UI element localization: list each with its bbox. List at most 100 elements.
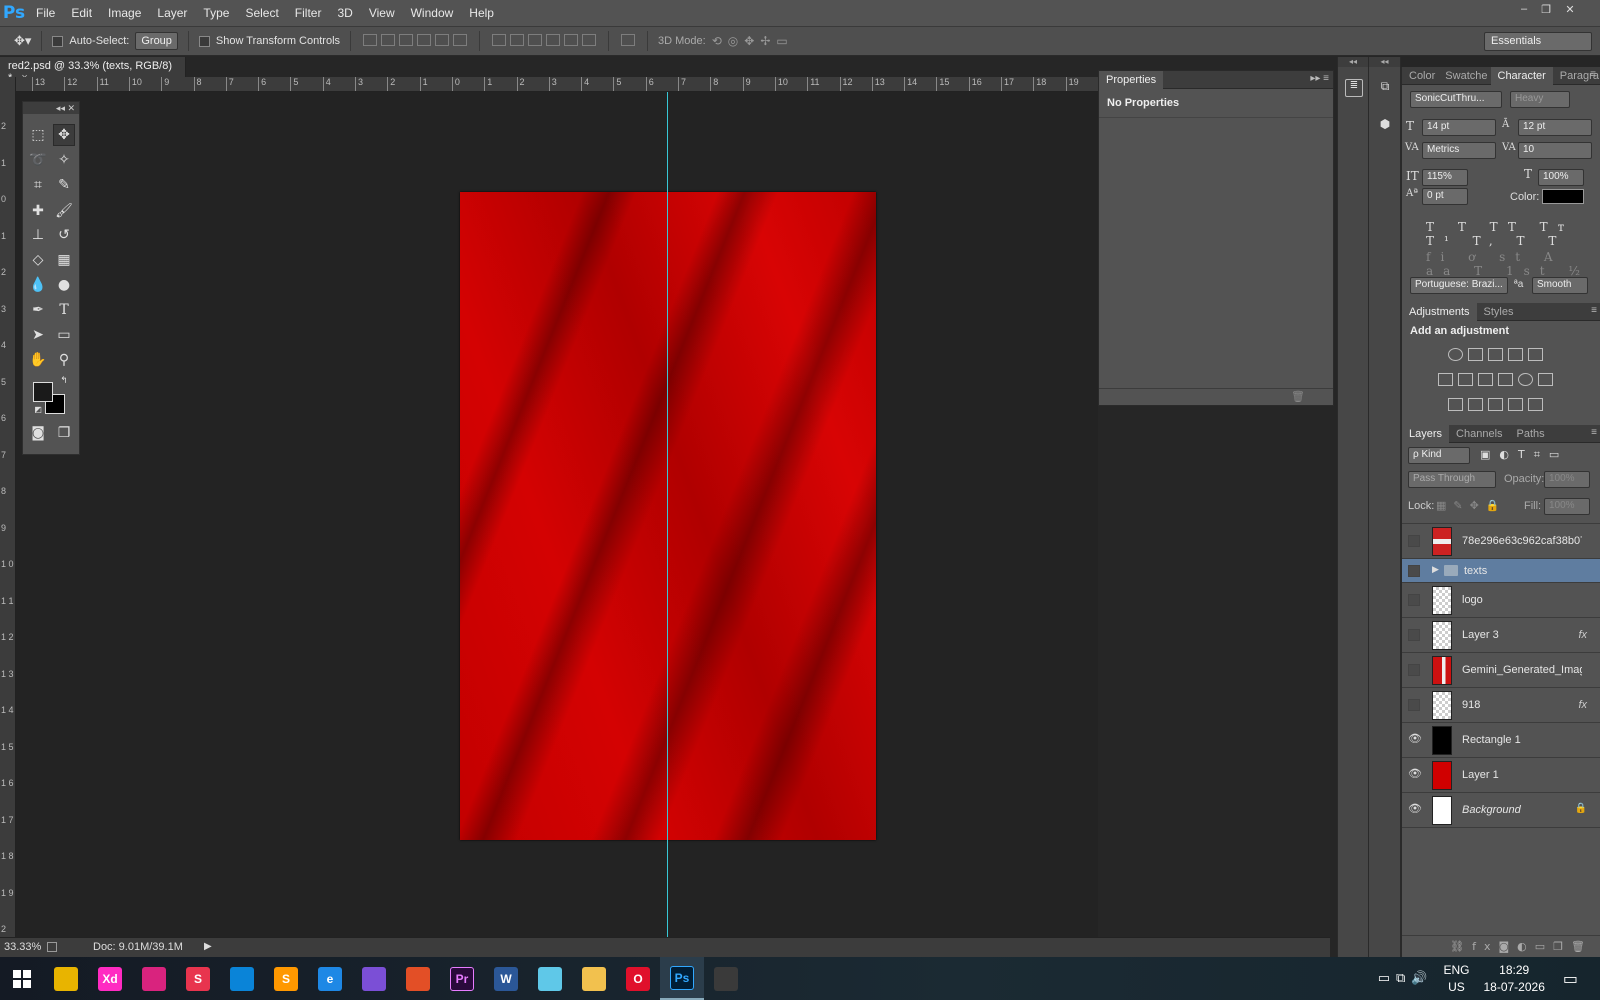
- default-colors-icon[interactable]: ◩: [27, 398, 49, 420]
- dodge-tool-icon[interactable]: ●: [53, 274, 75, 296]
- hue-saturation-icon[interactable]: [1438, 373, 1453, 386]
- path-select-icon[interactable]: ➤: [27, 324, 49, 346]
- brush-tool-icon[interactable]: 🖌: [53, 200, 75, 222]
- panel-menu-icon[interactable]: ▸▸ ≡: [1310, 73, 1329, 84]
- tracking-field[interactable]: 10: [1518, 142, 1592, 159]
- language-select[interactable]: Portuguese: Brazi...: [1410, 277, 1508, 294]
- curves-icon[interactable]: [1488, 348, 1503, 361]
- move-tool-icon[interactable]: ✥: [53, 124, 75, 146]
- distribute-icons[interactable]: [490, 33, 598, 49]
- menu-3d[interactable]: 3D: [329, 0, 360, 26]
- kerning-field[interactable]: Metrics: [1422, 142, 1496, 159]
- visibility-toggle[interactable]: [1408, 664, 1420, 676]
- 3d-mode-icons[interactable]: ⟲◎✥✢▭: [712, 34, 794, 48]
- eraser-tool-icon[interactable]: ◇: [27, 249, 49, 271]
- taskbar-app-icon[interactable]: S: [264, 957, 308, 1000]
- lock-icons[interactable]: ▦✎✥🔒: [1436, 499, 1507, 512]
- eye-icon[interactable]: 👁: [1408, 802, 1422, 815]
- workspace-dropdown[interactable]: Essentials: [1484, 32, 1592, 51]
- swap-colors-icon[interactable]: ↰: [53, 370, 75, 392]
- invert-icon[interactable]: [1448, 398, 1463, 411]
- type-tool-icon[interactable]: T: [53, 299, 75, 321]
- selective-color-icon[interactable]: [1508, 398, 1523, 411]
- lasso-tool-icon[interactable]: ➰: [27, 149, 49, 171]
- layer-effects-icon[interactable]: fx: [1578, 629, 1587, 641]
- clone-stamp-icon[interactable]: ⊥: [27, 224, 49, 246]
- layer-row[interactable]: 👁 Layer 1: [1402, 758, 1600, 793]
- language-indicator[interactable]: ENG US: [1443, 962, 1469, 996]
- trash-icon[interactable]: 🗑: [1291, 390, 1305, 403]
- taskbar-app-icon[interactable]: [528, 957, 572, 1000]
- taskbar-app-icon[interactable]: [132, 957, 176, 1000]
- status-menu-arrow-icon[interactable]: ▶: [204, 941, 212, 952]
- taskbar-app-icon[interactable]: [704, 957, 748, 1000]
- marquee-tool-icon[interactable]: ⬚: [27, 124, 49, 146]
- quick-mask-icon[interactable]: ◙: [27, 422, 49, 444]
- move-tool-icon[interactable]: ✥▾: [14, 34, 31, 49]
- visibility-toggle[interactable]: [1408, 594, 1420, 606]
- taskbar-app-icon[interactable]: Xd: [88, 957, 132, 1000]
- tab-swatches[interactable]: Swatche: [1442, 67, 1490, 85]
- panel-menu-icon[interactable]: ≡: [1590, 69, 1596, 80]
- blend-mode-select[interactable]: Pass Through: [1408, 471, 1496, 488]
- 3d-panel-icon[interactable]: ⬢: [1376, 117, 1394, 135]
- black-white-icon[interactable]: [1478, 373, 1493, 386]
- panel-menu-icon[interactable]: ≡: [1591, 427, 1597, 438]
- tab-color[interactable]: Color: [1402, 67, 1442, 85]
- visibility-toggle[interactable]: [1408, 535, 1420, 547]
- tab-styles[interactable]: Styles: [1477, 303, 1521, 321]
- menu-view[interactable]: View: [361, 0, 403, 26]
- layer-filter-select[interactable]: ρ Kind: [1408, 447, 1470, 464]
- gradient-map-icon[interactable]: [1528, 398, 1543, 411]
- notifications-icon[interactable]: ▭: [1563, 969, 1578, 988]
- magic-wand-icon[interactable]: ✧: [53, 149, 75, 171]
- layer-effects-icon[interactable]: fx: [1578, 699, 1587, 711]
- exposure-icon[interactable]: [1508, 348, 1523, 361]
- tab-properties[interactable]: Properties: [1099, 70, 1164, 89]
- tab-adjustments[interactable]: Adjustments: [1402, 302, 1477, 321]
- taskbar-app-icon[interactable]: Ps: [660, 957, 704, 1000]
- layer-row[interactable]: 👁 Rectangle 1: [1402, 723, 1600, 758]
- minimize-button[interactable]: –: [1514, 3, 1534, 17]
- taskbar-app-icon[interactable]: [352, 957, 396, 1000]
- tab-channels[interactable]: Channels: [1449, 425, 1509, 443]
- baseline-shift-field[interactable]: 0 pt: [1422, 188, 1468, 205]
- layer-row[interactable]: logo: [1402, 583, 1600, 618]
- layer-row[interactable]: 👁 Background 🔒: [1402, 793, 1600, 828]
- opacity-field[interactable]: 100%: [1544, 471, 1590, 488]
- layer-row[interactable]: 918 fx: [1402, 688, 1600, 723]
- panel-menu-icon[interactable]: ≡: [1591, 305, 1597, 316]
- shape-tool-icon[interactable]: ▭: [53, 324, 75, 346]
- posterize-icon[interactable]: [1468, 398, 1483, 411]
- auto-align-icon[interactable]: [619, 33, 637, 49]
- gradient-tool-icon[interactable]: ▦: [53, 249, 75, 271]
- restore-button[interactable]: ❐: [1536, 3, 1556, 17]
- clock[interactable]: 18:29 18-07-2026: [1483, 962, 1544, 996]
- layer-row[interactable]: 78e296e63c962caf38b07...: [1402, 524, 1600, 559]
- document-tab[interactable]: red2.psd @ 33.3% (texts, RGB/8) * ×: [0, 57, 186, 84]
- zoom-tool-icon[interactable]: ⚲: [53, 349, 75, 371]
- hand-tool-icon[interactable]: ✋: [27, 349, 49, 371]
- tab-paths[interactable]: Paths: [1510, 425, 1552, 443]
- visibility-toggle[interactable]: [1408, 565, 1420, 577]
- crop-tool-icon[interactable]: ⌗: [27, 174, 49, 196]
- tray-icons[interactable]: ▭⧉🔊: [1378, 971, 1434, 986]
- auto-select-dropdown[interactable]: Group: [135, 32, 178, 50]
- layer-row[interactable]: Layer 3 fx: [1402, 618, 1600, 653]
- history-panel-icon[interactable]: ≣: [1345, 79, 1363, 97]
- taskbar-app-icon[interactable]: [44, 957, 88, 1000]
- threshold-icon[interactable]: [1488, 398, 1503, 411]
- vibrance-icon[interactable]: [1528, 348, 1543, 361]
- taskbar-app-icon[interactable]: [572, 957, 616, 1000]
- taskbar-app-icon[interactable]: S: [176, 957, 220, 1000]
- brush-presets-icon[interactable]: ⧉: [1376, 79, 1394, 97]
- menu-layer[interactable]: Layer: [149, 0, 195, 26]
- color-lookup-icon[interactable]: [1538, 373, 1553, 386]
- leading-field[interactable]: 12 pt: [1518, 119, 1592, 136]
- tab-character[interactable]: Character: [1490, 66, 1553, 85]
- vertical-guide[interactable]: [667, 92, 668, 937]
- document-canvas[interactable]: [460, 192, 876, 840]
- taskbar-app-icon[interactable]: W: [484, 957, 528, 1000]
- close-button[interactable]: ✕: [1560, 3, 1580, 17]
- align-icons[interactable]: [361, 33, 469, 49]
